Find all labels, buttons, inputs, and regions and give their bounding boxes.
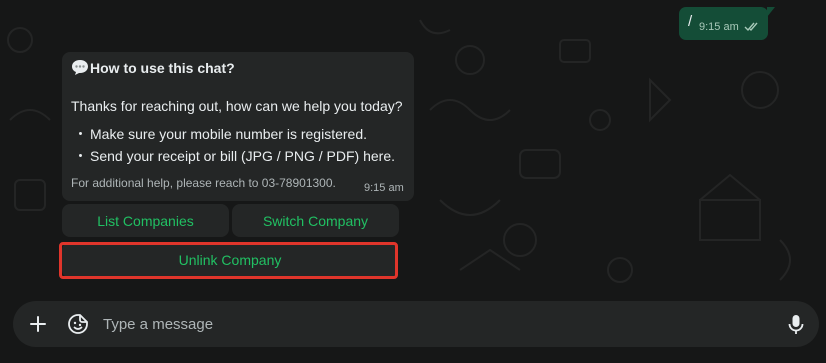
received-message-time: 9:15 am [364, 182, 404, 194]
double-check-icon [744, 22, 758, 32]
plus-icon[interactable] [28, 314, 48, 334]
message-composer [13, 301, 819, 347]
message-greeting: Thanks for reaching out, how can we help… [71, 98, 403, 114]
unlink-company-button[interactable]: Unlink Company [62, 242, 398, 278]
list-item-text: Send your receipt or bill (JPG / PNG / P… [90, 148, 395, 164]
sent-message-time: 9:15 am [699, 21, 739, 33]
sent-message-bubble[interactable]: / 9:15 am [679, 7, 775, 40]
list-item: ・ Send your receipt or bill (JPG / PNG / … [71, 145, 396, 167]
message-title: How to use this chat? [90, 60, 235, 76]
microphone-icon[interactable] [786, 313, 806, 335]
bullet-symbol: ・ [73, 148, 88, 164]
list-companies-button[interactable]: List Companies [62, 204, 229, 237]
list-item-text: Make sure your mobile number is register… [90, 126, 368, 142]
switch-company-button[interactable]: Switch Company [232, 204, 399, 237]
speech-bubble-icon [72, 60, 88, 75]
bubble-tail [767, 7, 775, 17]
sticker-icon[interactable] [67, 313, 89, 335]
list-item: ・ Make sure your mobile number is registe… [71, 123, 395, 145]
instruction-list: ・ Make sure your mobile number is registe… [71, 123, 396, 167]
sent-message-text: / [688, 13, 693, 30]
message-footer: For additional help, please reach to 03-… [71, 176, 336, 190]
bullet-symbol: ・ [73, 126, 88, 142]
received-message-bubble[interactable]: How to use this chat? Thanks for reachin… [62, 52, 414, 201]
message-input[interactable] [103, 314, 743, 334]
